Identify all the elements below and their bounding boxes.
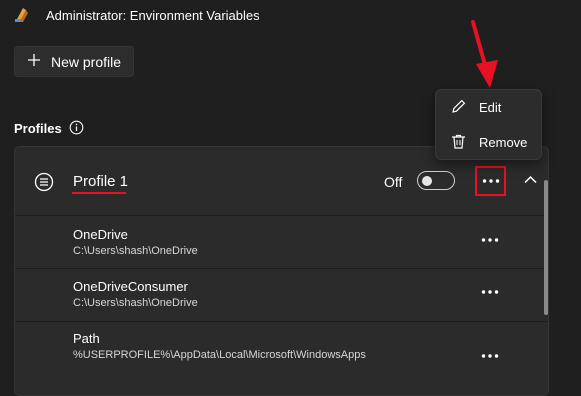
variable-value: %USERPROFILE%\AppData\Local\Microsoft\Wi… — [73, 349, 366, 361]
info-icon[interactable] — [69, 120, 84, 135]
trash-icon — [452, 134, 465, 149]
new-profile-label: New profile — [51, 54, 122, 70]
scrollbar[interactable] — [544, 180, 548, 315]
more-icon — [482, 179, 500, 183]
variable-name: OneDrive — [73, 227, 128, 242]
variable-value: C:\Users\shash\OneDrive — [73, 297, 198, 309]
menu-item-remove[interactable]: Remove — [436, 126, 541, 160]
profile-more-button[interactable] — [475, 166, 506, 196]
new-profile-button[interactable]: New profile — [14, 46, 134, 77]
more-icon[interactable] — [481, 238, 499, 242]
chevron-up-icon[interactable] — [524, 175, 537, 184]
menu-item-label: Remove — [479, 135, 528, 150]
more-icon[interactable] — [481, 354, 499, 358]
profile-toggle[interactable] — [417, 171, 455, 190]
arrow-annotation — [471, 20, 498, 88]
variable-name: OneDriveConsumer — [73, 279, 188, 294]
variable-value: C:\Users\shash\OneDrive — [73, 245, 198, 257]
toggle-label: Off — [384, 174, 403, 190]
profile-name-underline — [72, 192, 126, 194]
pencil-icon — [452, 99, 466, 113]
app-icon — [15, 8, 28, 22]
profile-name: Profile 1 — [73, 173, 129, 190]
profile-panel: Profile 1 Off OneDrive C:\Users\shash\On… — [14, 146, 549, 396]
plus-icon — [28, 54, 40, 66]
variable-row[interactable]: OneDriveConsumer C:\Users\shash\OneDrive — [15, 269, 548, 322]
variable-row[interactable]: Path %USERPROFILE%\AppData\Local\Microso… — [15, 322, 548, 374]
toggle-knob — [422, 175, 432, 186]
more-icon[interactable] — [481, 290, 499, 294]
menu-item-edit[interactable]: Edit — [436, 90, 541, 124]
window-title: Administrator: Environment Variables — [46, 8, 260, 23]
variable-row[interactable]: OneDrive C:\Users\shash\OneDrive — [15, 216, 548, 269]
profiles-heading: Profiles — [14, 121, 62, 136]
menu-item-label: Edit — [479, 100, 502, 115]
list-icon — [34, 172, 54, 192]
variable-name: Path — [73, 331, 100, 346]
context-menu: Edit Remove — [435, 89, 542, 160]
